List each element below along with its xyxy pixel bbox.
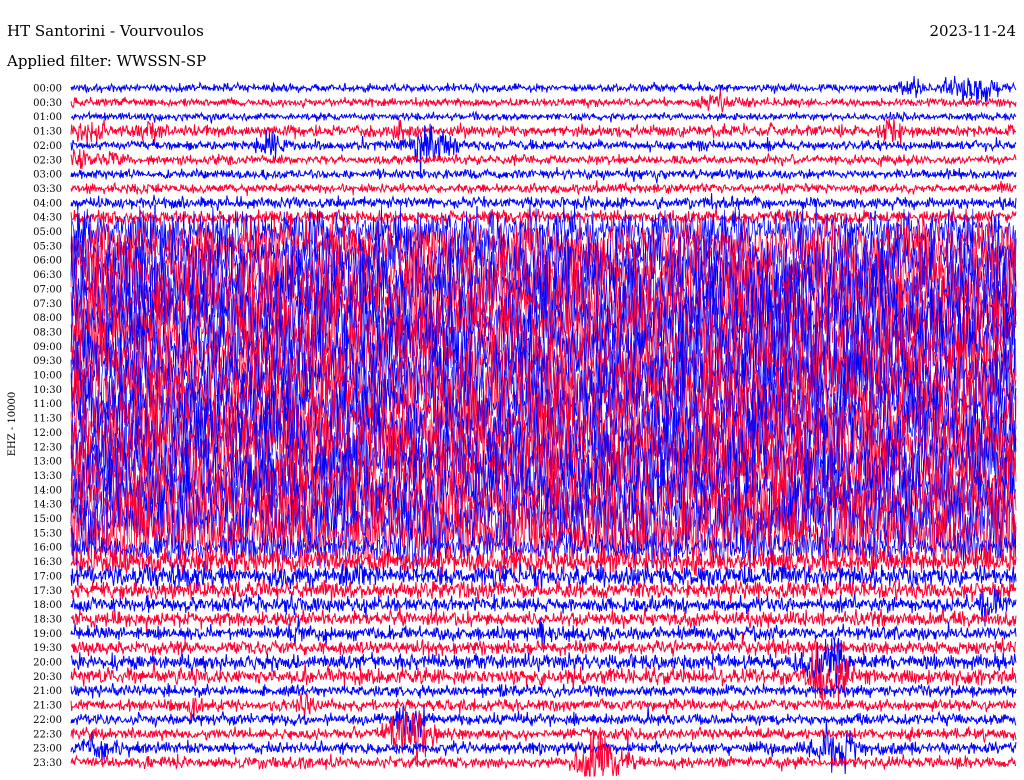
tick-label: 08:00: [33, 313, 62, 324]
tick-label: 07:00: [33, 284, 62, 295]
tick-label: 05:00: [33, 227, 62, 238]
tick-label: 06:00: [33, 256, 62, 267]
tick-label: 16:30: [33, 557, 62, 568]
tick-label: 15:00: [33, 514, 62, 525]
tick-label: 18:00: [33, 600, 62, 611]
tick-label: 08:30: [33, 327, 62, 338]
tick-label: 10:30: [33, 385, 62, 396]
tick-label: 15:30: [33, 528, 62, 539]
tick-label: 20:30: [33, 672, 62, 683]
tick-label: 00:30: [33, 98, 62, 109]
tick-label: 04:30: [33, 213, 62, 224]
tick-label: 17:30: [33, 586, 62, 597]
station-title: HT Santorini - Vourvoulos: [7, 22, 204, 40]
tick-label: 21:30: [33, 701, 62, 712]
tick-label: 01:30: [33, 127, 62, 138]
helicorder-plot: HT Santorini - Vourvoulos 2023-11-24 App…: [0, 0, 1024, 780]
tick-label: 14:30: [33, 500, 62, 511]
tick-label: 22:00: [33, 715, 62, 726]
tick-label: 06:30: [33, 270, 62, 281]
tick-label: 19:30: [33, 643, 62, 654]
tick-label: 19:00: [33, 629, 62, 640]
tick-label: 21:00: [33, 686, 62, 697]
tick-label: 02:00: [33, 141, 62, 152]
tick-label: 12:30: [33, 442, 62, 453]
tick-label: 05:30: [33, 241, 62, 252]
tick-label: 02:30: [33, 155, 62, 166]
filter-label: Applied filter: WWSSN-SP: [6, 52, 206, 70]
tick-label: 03:30: [33, 184, 62, 195]
date-label: 2023-11-24: [930, 22, 1016, 40]
tick-label: 23:30: [33, 758, 62, 769]
tick-label: 14:00: [33, 485, 62, 496]
tick-label: 10:00: [33, 371, 62, 382]
tick-label: 20:00: [33, 658, 62, 669]
tick-label: 01:00: [33, 112, 62, 123]
tick-label: 07:30: [33, 299, 62, 310]
tick-label: 17:00: [33, 571, 62, 582]
tick-label: 03:00: [33, 170, 62, 181]
tick-label: 23:00: [33, 744, 62, 755]
tick-label: 13:30: [33, 471, 62, 482]
tick-label: 16:00: [33, 543, 62, 554]
y-axis-label: EHZ - 10000: [7, 392, 18, 457]
tick-label: 12:00: [33, 428, 62, 439]
tick-label: 00:00: [33, 84, 62, 95]
tick-label: 22:30: [33, 729, 62, 740]
tick-label: 09:00: [33, 342, 62, 353]
tick-label: 11:30: [33, 414, 62, 425]
tick-label: 13:00: [33, 457, 62, 468]
tick-label: 04:00: [33, 198, 62, 209]
tick-label: 11:00: [33, 399, 62, 410]
tick-label: 09:30: [33, 356, 62, 367]
tick-label: 18:30: [33, 614, 62, 625]
